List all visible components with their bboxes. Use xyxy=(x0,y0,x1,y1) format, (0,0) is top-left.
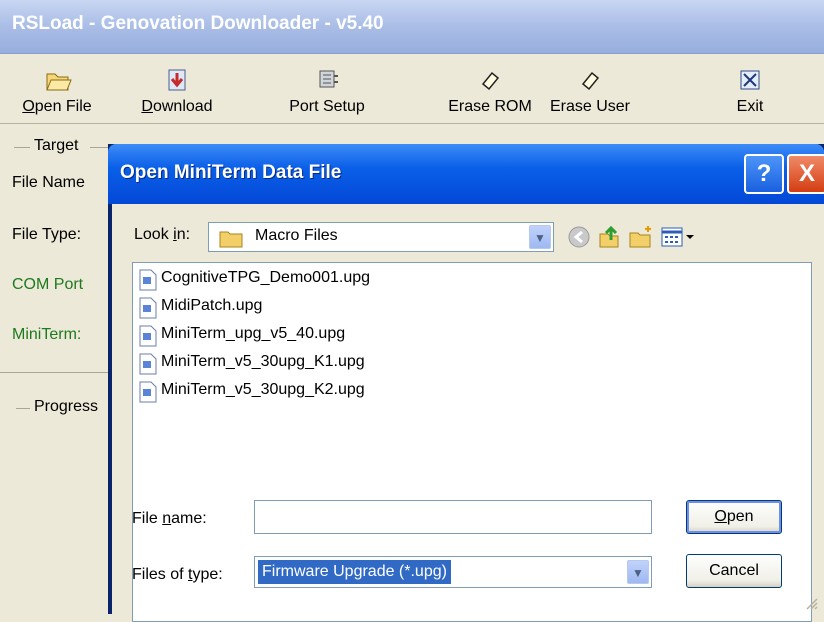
file-name-label: File name: xyxy=(132,510,207,527)
file-name-label: File Name xyxy=(12,174,85,191)
divider xyxy=(0,372,110,373)
miniterm-label: MiniTerm: xyxy=(12,326,82,343)
back-icon[interactable] xyxy=(566,224,592,250)
file-icon xyxy=(139,381,157,403)
exit-icon xyxy=(740,70,760,90)
look-in-value: Macro Files xyxy=(255,227,338,244)
exit-button[interactable]: Exit xyxy=(720,54,780,124)
open-file-dialog: Open MiniTerm Data File ? X Look in: Mac… xyxy=(108,144,824,622)
eraser-icon xyxy=(581,71,600,91)
erase-rom-button[interactable]: Erase ROM xyxy=(440,54,540,124)
download-icon xyxy=(168,69,186,91)
up-folder-icon[interactable] xyxy=(596,224,622,250)
file-icon xyxy=(139,269,157,291)
file-icon xyxy=(139,297,157,319)
target-group-border xyxy=(14,147,30,148)
help-button[interactable]: ? xyxy=(744,154,784,194)
chevron-down-icon[interactable]: ▼ xyxy=(627,560,649,584)
dialog-title: Open MiniTerm Data File xyxy=(108,144,824,204)
port-setup-button[interactable]: Port Setup xyxy=(272,54,382,124)
toolbar: Open File Download Port Setup Erase ROM … xyxy=(0,54,824,124)
chevron-down-icon[interactable]: ▼ xyxy=(529,225,551,249)
resize-grip-icon[interactable] xyxy=(804,596,818,610)
port-setup-icon xyxy=(319,70,338,88)
files-of-type-dropdown[interactable]: Firmware Upgrade (*.upg) ▼ xyxy=(254,556,652,588)
com-port-label: COM Port xyxy=(12,276,84,293)
cancel-button[interactable]: Cancel xyxy=(686,554,782,588)
progress-group-label: Progress xyxy=(34,398,99,415)
progress-group-border xyxy=(16,408,30,409)
file-type-label: File Type: xyxy=(12,226,82,243)
erase-user-button[interactable]: Erase User xyxy=(540,54,640,124)
folder-icon xyxy=(219,231,243,248)
dialog-body: Look in: Macro Files ▼ CognitiveTPG_Demo… xyxy=(112,204,824,622)
file-icon xyxy=(139,353,157,375)
files-of-type-label: Files of type: xyxy=(132,566,223,583)
download-button[interactable]: Download xyxy=(130,54,224,124)
open-folder-icon xyxy=(46,73,72,91)
target-group-border xyxy=(90,147,110,148)
main-window-title: RSLoad - Genovation Downloader - v5.40 xyxy=(0,0,824,54)
file-name-input[interactable] xyxy=(254,500,652,534)
file-icon xyxy=(139,325,157,347)
open-file-button[interactable]: Open File xyxy=(10,54,104,124)
target-group-label: Target xyxy=(34,137,79,154)
eraser-icon xyxy=(481,71,500,91)
open-button[interactable]: Open xyxy=(686,500,782,534)
look-in-dropdown[interactable]: Macro Files ▼ xyxy=(208,222,554,252)
files-of-type-value: Firmware Upgrade (*.upg) xyxy=(258,560,451,584)
close-button[interactable]: X xyxy=(787,154,824,194)
view-menu-icon[interactable] xyxy=(660,224,696,250)
look-in-label: Look in: xyxy=(134,226,191,243)
new-folder-icon[interactable] xyxy=(628,224,654,250)
